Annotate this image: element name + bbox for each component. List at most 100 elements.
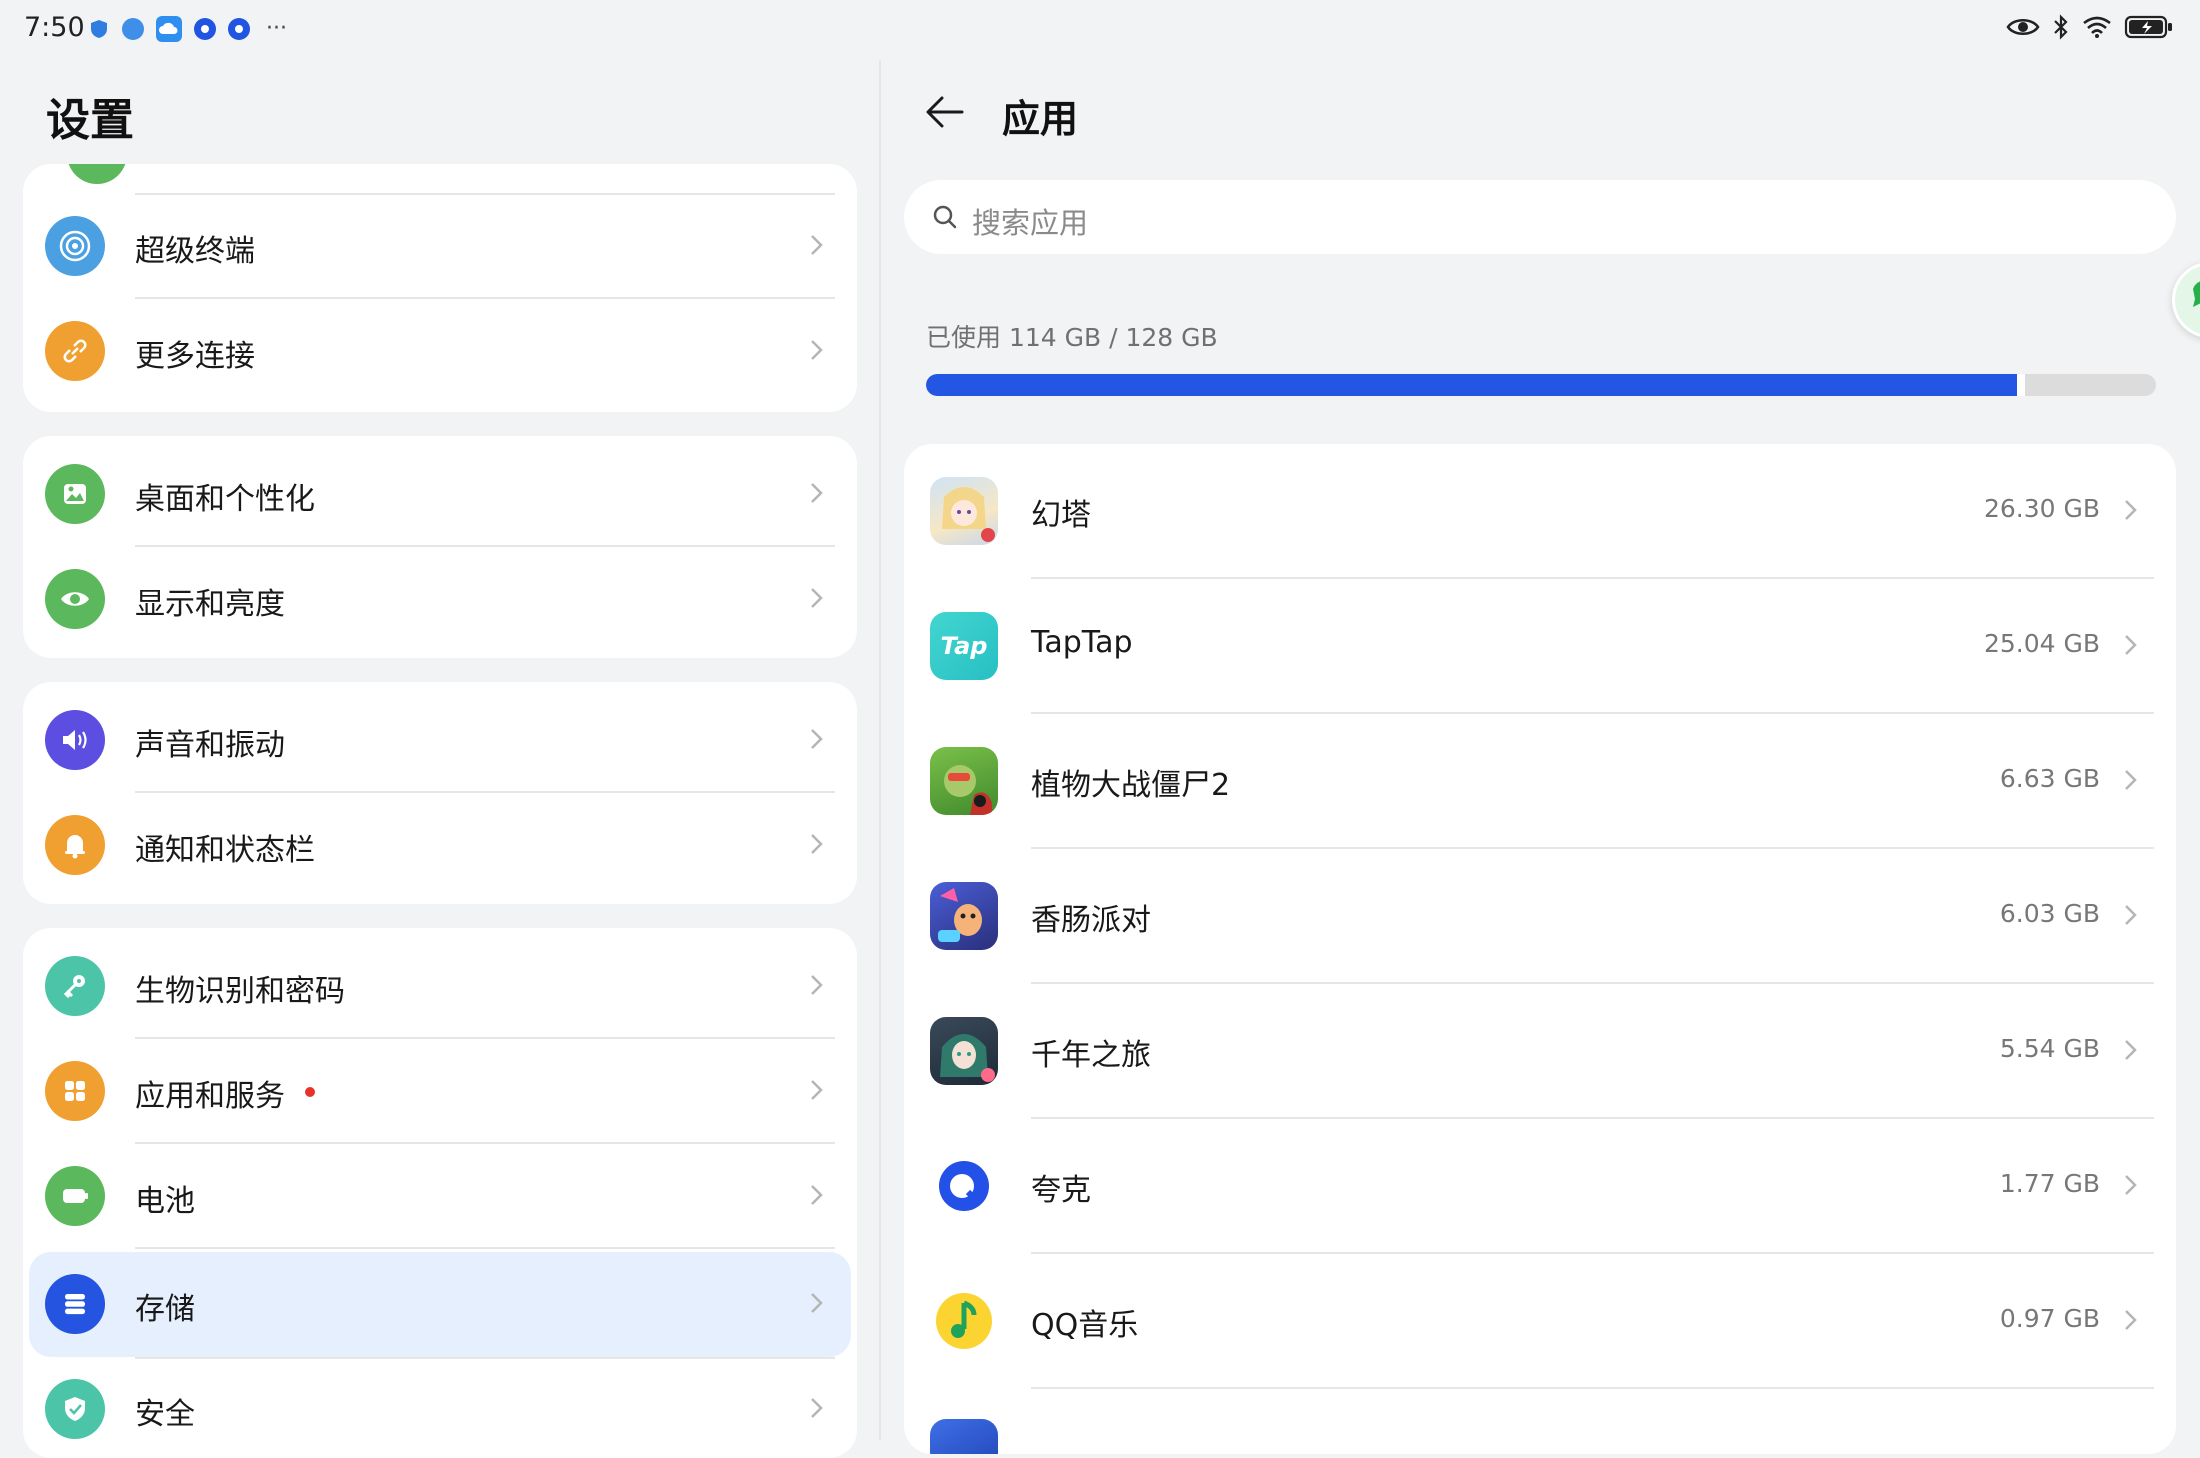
- app-row-taptap[interactable]: Tap TapTap 25.04 GB: [904, 579, 2176, 714]
- eye-icon: [45, 569, 105, 629]
- app-name: QQ音乐: [1031, 1308, 1139, 1343]
- link-icon: [45, 321, 105, 381]
- storage-progress-fill: [926, 374, 2017, 396]
- chevron-right-icon: [2125, 635, 2137, 655]
- settings-item-biometrics[interactable]: 生物识别和密码: [23, 934, 857, 1039]
- shield-icon: [88, 18, 110, 40]
- app-size: 26.30 GB: [1983, 494, 2100, 523]
- app-row-millennium-journey[interactable]: 千年之旅 5.54 GB: [904, 984, 2176, 1119]
- app-name: TapTap: [1031, 625, 1133, 660]
- search-icon: [933, 205, 957, 229]
- storage-used-label: 已使用 114 GB / 128 GB: [926, 323, 1218, 352]
- app-name: 植物大战僵尸2: [1031, 768, 1231, 803]
- browser-icon: [228, 18, 250, 40]
- chevron-right-icon: [811, 1185, 823, 1205]
- speaker-icon: [45, 710, 105, 770]
- chevron-right-icon: [2125, 500, 2137, 520]
- globe-icon: [122, 18, 144, 40]
- chevron-right-icon: [811, 340, 823, 360]
- app-row-sausage-man[interactable]: 香肠派对 6.03 GB: [904, 849, 2176, 984]
- super-device-icon: [45, 216, 105, 276]
- key-icon: [45, 956, 105, 1016]
- search-placeholder: 搜索应用: [972, 206, 1089, 240]
- quark-icon: [930, 1152, 998, 1220]
- settings-item-sound[interactable]: 声音和振动: [23, 688, 857, 793]
- taptap-icon-text: Tap: [940, 632, 988, 660]
- taptap-icon: Tap: [930, 612, 998, 680]
- battery-charging-icon: [2124, 14, 2174, 44]
- settings-item-label: 桌面和个性化: [135, 482, 315, 517]
- browser-icon: [194, 18, 216, 40]
- app-row-partial[interactable]: [904, 1389, 2176, 1454]
- app-row-qq-music[interactable]: QQ音乐 0.97 GB: [904, 1254, 2176, 1389]
- chevron-right-icon: [2125, 1310, 2137, 1330]
- settings-item-desktop[interactable]: 桌面和个性化: [23, 442, 857, 547]
- update-badge: [305, 1087, 315, 1097]
- settings-item-storage[interactable]: 存储: [29, 1252, 851, 1357]
- app-name: 夸克: [1031, 1173, 1091, 1208]
- partial-icon: [67, 164, 127, 184]
- battery-icon: [45, 1166, 105, 1226]
- chevron-right-icon: [811, 483, 823, 503]
- app-size: 0.97 GB: [1999, 1304, 2100, 1333]
- plants-vs-zombies-icon: [930, 747, 998, 815]
- apps-grid-icon: [45, 1061, 105, 1121]
- chevron-right-icon: [811, 235, 823, 255]
- settings-item-label: 显示和亮度: [135, 587, 285, 622]
- chevron-right-icon: [811, 729, 823, 749]
- settings-item-super-device[interactable]: 超级终端: [23, 194, 857, 299]
- settings-item-notifications[interactable]: 通知和状态栏: [23, 793, 857, 898]
- millennium-journey-icon: [930, 1017, 998, 1085]
- app-size: 6.63 GB: [1999, 764, 2100, 793]
- app-row-quark[interactable]: 夸克 1.77 GB: [904, 1119, 2176, 1254]
- floating-chat-icon[interactable]: [2172, 262, 2200, 338]
- tower-of-fantasy-icon: [930, 477, 998, 545]
- status-bar: 7:50 ···: [0, 0, 2200, 60]
- back-arrow-icon[interactable]: [922, 88, 978, 136]
- storage-icon: [45, 1274, 105, 1334]
- app-row-tower-of-fantasy[interactable]: 幻塔 26.30 GB: [904, 444, 2176, 579]
- eye-icon: [2006, 16, 2040, 42]
- settings-item-label: 应用和服务: [135, 1079, 285, 1114]
- settings-card-display: 桌面和个性化 显示和亮度: [23, 436, 857, 658]
- chevron-right-icon: [811, 834, 823, 854]
- settings-item-display[interactable]: 显示和亮度: [23, 547, 857, 652]
- settings-item-more-connections[interactable]: 更多连接: [23, 299, 857, 404]
- settings-title: 设置: [46, 95, 134, 146]
- storage-progress-bar: [926, 374, 2156, 396]
- settings-card-connections: 超级终端 更多连接: [23, 164, 857, 412]
- app-row-plants-vs-zombies[interactable]: 植物大战僵尸2 6.63 GB: [904, 714, 2176, 849]
- sausage-man-icon: [930, 882, 998, 950]
- chevron-right-icon: [811, 1080, 823, 1100]
- settings-item-label: 通知和状态栏: [135, 833, 315, 868]
- settings-item-security[interactable]: 安全: [23, 1357, 857, 1458]
- more-dots-icon: ···: [266, 16, 287, 41]
- storage-progress-gap: [2017, 374, 2025, 396]
- settings-card-sound: 声音和振动 通知和状态栏: [23, 682, 857, 904]
- app-name: 幻塔: [1031, 498, 1091, 533]
- chevron-right-icon: [2125, 770, 2137, 790]
- settings-item-label: 超级终端: [135, 234, 255, 269]
- settings-card-system: 生物识别和密码 应用和服务 电池 存储 安全: [23, 928, 857, 1458]
- settings-item-label: 生物识别和密码: [135, 974, 345, 1009]
- bluetooth-icon: [2052, 14, 2070, 44]
- settings-item-battery[interactable]: 电池: [23, 1144, 857, 1249]
- settings-item-label: 存储: [135, 1292, 195, 1327]
- wallpaper-icon: [45, 464, 105, 524]
- chevron-right-icon: [811, 1398, 823, 1418]
- chevron-right-icon: [811, 588, 823, 608]
- status-time: 7:50: [24, 12, 85, 43]
- notification-icons: ···: [88, 16, 287, 42]
- search-input[interactable]: 搜索应用: [904, 180, 2176, 254]
- app-size: 1.77 GB: [1999, 1169, 2100, 1198]
- partial-app-icon: [930, 1419, 998, 1454]
- chevron-right-icon: [2125, 1175, 2137, 1195]
- settings-item-label: 更多连接: [135, 339, 255, 374]
- settings-item-label: 电池: [135, 1184, 195, 1219]
- chevron-right-icon: [2125, 1040, 2137, 1060]
- chevron-right-icon: [811, 975, 823, 995]
- bell-icon: [45, 815, 105, 875]
- chevron-right-icon: [811, 1293, 823, 1313]
- settings-item-apps-services[interactable]: 应用和服务: [23, 1039, 857, 1144]
- page-title: 应用: [1002, 97, 1079, 141]
